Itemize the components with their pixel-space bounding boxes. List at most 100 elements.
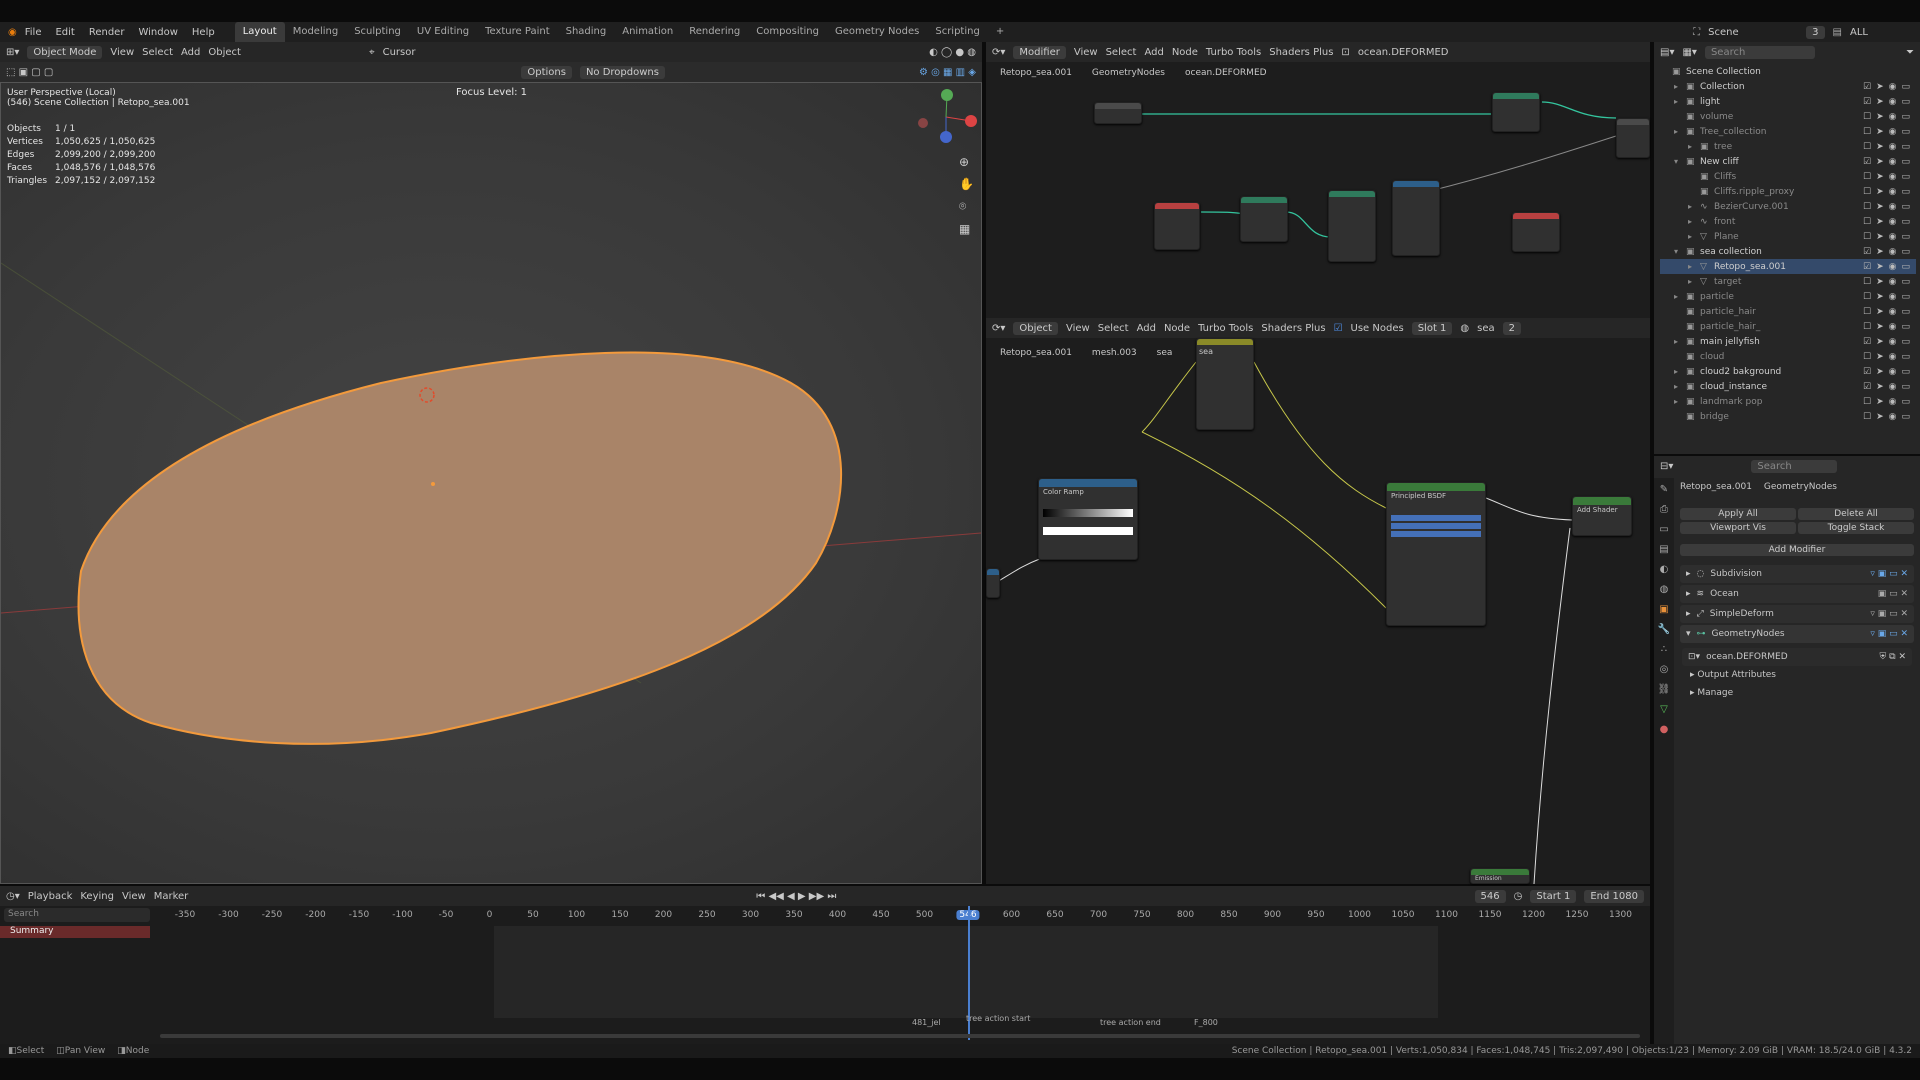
timeline-type-icon[interactable]: ◷▾: [6, 891, 20, 902]
expand-icon[interactable]: ▸: [1686, 589, 1691, 599]
geo-editor-type-icon[interactable]: ⟳▾: [992, 47, 1005, 58]
color-ramp-gradient[interactable]: [1043, 509, 1133, 517]
visibility-toggles[interactable]: ☐ ➤ ◉ ▭: [1863, 112, 1916, 122]
include-checkbox-icon[interactable]: ☐: [1863, 412, 1871, 422]
tool-tab-icon[interactable]: ✎: [1660, 484, 1668, 495]
menu-window[interactable]: Window: [138, 27, 177, 38]
outliner-row-label[interactable]: Plane: [1714, 232, 1739, 242]
render-icon[interactable]: ▭: [1901, 277, 1910, 287]
principled-bsdf-node[interactable]: Principled BSDF: [1386, 482, 1486, 626]
end-frame-field[interactable]: End 1080: [1584, 889, 1644, 903]
outliner-row[interactable]: ▣ particle_hair ☐ ➤ ◉ ▭: [1660, 304, 1916, 319]
expand-toggle-icon[interactable]: ▸: [1688, 232, 1700, 241]
marker[interactable]: F_800: [1194, 1018, 1218, 1027]
slot-select[interactable]: Slot 1: [1411, 321, 1453, 335]
select-arrow-icon[interactable]: ➤: [1876, 262, 1884, 272]
visibility-toggles[interactable]: ☑ ➤ ◉ ▭: [1863, 247, 1916, 257]
shader-menu-turbo[interactable]: Turbo Tools: [1198, 323, 1253, 334]
outliner-row-label[interactable]: Tree_collection: [1700, 127, 1766, 137]
include-checkbox-icon[interactable]: ☑: [1863, 157, 1871, 167]
constraints-tab-icon[interactable]: ⛓: [1658, 684, 1671, 695]
geo-menu-view[interactable]: View: [1074, 47, 1098, 58]
outliner-row-label[interactable]: particle_hair_: [1700, 322, 1760, 332]
marker[interactable]: tree action end: [1100, 1018, 1161, 1027]
options-dropdown[interactable]: Options: [521, 65, 572, 79]
tab-sculpting[interactable]: Sculpting: [346, 22, 409, 42]
tab-geometry-nodes[interactable]: Geometry Nodes: [827, 22, 927, 42]
visibility-toggles[interactable]: ☐ ➤ ◉ ▭: [1863, 142, 1916, 152]
modifier-toggles[interactable]: ▿ ▣ ▭ ✕: [1870, 569, 1908, 579]
render-icon[interactable]: ▭: [1901, 382, 1910, 392]
outliner-row-label[interactable]: particle_hair: [1700, 307, 1756, 317]
visibility-toggles[interactable]: ☐ ➤ ◉ ▭: [1863, 352, 1916, 362]
add-workspace-button[interactable]: +: [988, 22, 1012, 42]
scene-name[interactable]: Scene: [1708, 27, 1798, 38]
mix-node[interactable]: sea: [1196, 338, 1254, 430]
eye-icon[interactable]: ◉: [1889, 172, 1897, 182]
outliner-row-label[interactable]: tree: [1714, 142, 1732, 152]
marker[interactable]: tree action start: [966, 1014, 1030, 1023]
geo-node[interactable]: [1328, 190, 1376, 262]
eye-icon[interactable]: ◉: [1889, 82, 1897, 92]
eye-icon[interactable]: ◉: [1889, 412, 1897, 422]
outliner-row[interactable]: ▸ ▣ tree ☐ ➤ ◉ ▭: [1660, 139, 1916, 154]
menu-edit[interactable]: Edit: [55, 27, 74, 38]
blender-logo-icon[interactable]: ◉: [8, 27, 17, 38]
render-icon[interactable]: ▭: [1901, 97, 1910, 107]
include-checkbox-icon[interactable]: ☑: [1863, 262, 1871, 272]
outliner-row-label[interactable]: Cliffs.ripple_proxy: [1714, 187, 1794, 197]
include-checkbox-icon[interactable]: ☐: [1863, 142, 1871, 152]
view-layer-tab-icon[interactable]: ▤: [1659, 544, 1668, 555]
outliner-row[interactable]: ▸ ▣ Tree_collection ☐ ➤ ◉ ▭: [1660, 124, 1916, 139]
data-tab-icon[interactable]: ▽: [1660, 704, 1668, 715]
shader-editor-type-icon[interactable]: ⟳▾: [992, 323, 1005, 334]
geo-node[interactable]: [1392, 180, 1440, 256]
viewport-menu-view[interactable]: View: [110, 47, 134, 58]
geo-node[interactable]: [1512, 212, 1560, 252]
geo-menu-shaders[interactable]: Shaders Plus: [1269, 47, 1333, 58]
include-checkbox-icon[interactable]: ☐: [1863, 232, 1871, 242]
visibility-toggles[interactable]: ☑ ➤ ◉ ▭: [1863, 82, 1916, 92]
expand-icon[interactable]: ▸: [1686, 609, 1691, 619]
menu-marker[interactable]: Marker: [154, 891, 189, 902]
select-arrow-icon[interactable]: ➤: [1876, 232, 1884, 242]
render-icon[interactable]: ▭: [1901, 307, 1910, 317]
visibility-toggles[interactable]: ☑ ➤ ◉ ▭: [1863, 337, 1916, 347]
output-tab-icon[interactable]: ▭: [1659, 524, 1668, 535]
filter-icon[interactable]: ⏷: [1906, 47, 1914, 58]
include-checkbox-icon[interactable]: ☑: [1863, 337, 1871, 347]
timeline[interactable]: Search Summary -350 -300 -250 -200 -150 -100-…: [0, 906, 1650, 1044]
expand-toggle-icon[interactable]: ▸: [1674, 367, 1686, 376]
navigation-gizmo[interactable]: [911, 87, 981, 147]
outliner-row[interactable]: ▸ ▣ landmark pop ☐ ➤ ◉ ▭: [1660, 394, 1916, 409]
physics-tab-icon[interactable]: ◎: [1660, 664, 1669, 675]
expand-toggle-icon[interactable]: ▸: [1688, 262, 1700, 271]
material-tab-icon[interactable]: ●: [1660, 724, 1669, 735]
node-group-name[interactable]: ocean.DEFORMED: [1706, 652, 1788, 662]
outliner-row-label[interactable]: Retopo_sea.001: [1714, 262, 1786, 272]
eye-icon[interactable]: ◉: [1889, 292, 1897, 302]
visibility-toggles[interactable]: ☐ ➤ ◉ ▭: [1863, 307, 1916, 317]
material-name[interactable]: sea: [1477, 323, 1495, 334]
visibility-toggles[interactable]: ☑ ➤ ◉ ▭: [1863, 382, 1916, 392]
outliner-row-label[interactable]: Collection: [1700, 82, 1745, 92]
output-attributes-panel[interactable]: ▸ Output Attributes: [1690, 670, 1776, 680]
select-arrow-icon[interactable]: ➤: [1876, 322, 1884, 332]
viewport-menu-add[interactable]: Add: [181, 47, 200, 58]
modifier-toggles[interactable]: ▿ ▣ ▭ ✕: [1870, 609, 1908, 619]
scene-tab-icon[interactable]: ◐: [1660, 564, 1669, 575]
select-arrow-icon[interactable]: ➤: [1876, 337, 1884, 347]
visibility-toggles[interactable]: ☐ ➤ ◉ ▭: [1863, 217, 1916, 227]
render-icon[interactable]: ▭: [1901, 367, 1910, 377]
outliner-row[interactable]: ▣ Scene Collection: [1660, 64, 1916, 79]
outliner-row-label[interactable]: sea collection: [1700, 247, 1762, 257]
world-tab-icon[interactable]: ◍: [1660, 584, 1669, 595]
modifier-tab-icon[interactable]: 🔧: [1658, 624, 1670, 635]
viewport-vis-button[interactable]: Viewport Vis: [1680, 522, 1796, 534]
eye-icon[interactable]: ◉: [1889, 367, 1897, 377]
outliner-row-label[interactable]: Scene Collection: [1686, 67, 1761, 77]
visibility-toggles[interactable]: ☐ ➤ ◉ ▭: [1863, 232, 1916, 242]
expand-toggle-icon[interactable]: ▸: [1674, 397, 1686, 406]
include-checkbox-icon[interactable]: ☐: [1863, 202, 1871, 212]
tab-compositing[interactable]: Compositing: [748, 22, 827, 42]
